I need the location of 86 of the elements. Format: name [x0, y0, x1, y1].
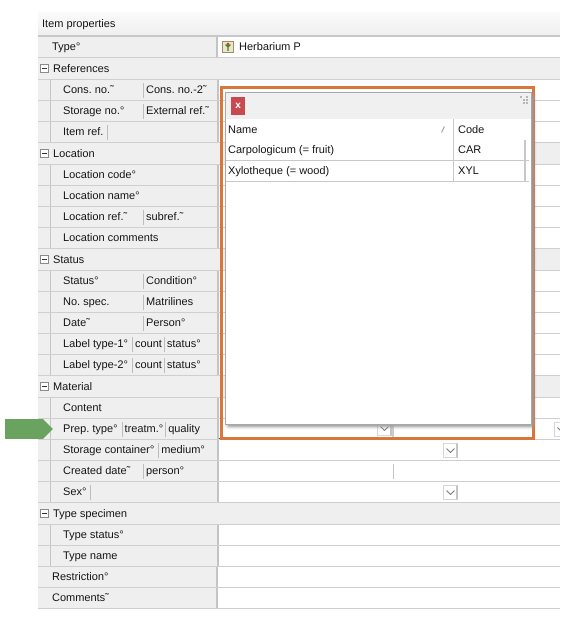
field-label: Sex°	[62, 484, 88, 500]
group-label: Material	[53, 380, 92, 392]
label-cell[interactable]: Storage container° medium°	[51, 440, 219, 460]
field-label: medium°	[158, 442, 207, 458]
field-label: quality	[165, 422, 202, 436]
resize-grip-icon[interactable]	[520, 96, 528, 104]
collapse-icon[interactable]	[40, 509, 49, 518]
field-label: Cons. no.˜	[62, 82, 115, 98]
collapse-icon[interactable]	[40, 382, 49, 391]
field-label: Prep. type°	[62, 422, 119, 436]
field-label: Storage container°	[62, 442, 156, 458]
list-row[interactable]: Carpologicum (= fruit) CAR	[226, 140, 529, 161]
label-cell[interactable]: Location ref.˜ subref.˜	[51, 207, 219, 227]
group-label: Status	[53, 254, 84, 266]
label-cell[interactable]: Status° Condition°	[51, 271, 219, 291]
chevron-down-icon	[446, 490, 454, 494]
type-value: Herbarium P	[239, 41, 301, 53]
field-label: status°	[164, 336, 203, 352]
label-cell[interactable]: Type status°	[51, 525, 219, 545]
close-button[interactable]: x	[231, 97, 245, 115]
field-label: Type°	[51, 40, 82, 54]
label-cell[interactable]: Prep. type° treatm.° quality	[51, 419, 219, 439]
field-label: External ref.˜	[143, 104, 211, 118]
field-label: Matrilines	[143, 294, 196, 310]
field-label: treatm.°	[122, 422, 166, 436]
field-label: Type name	[62, 548, 118, 564]
table-cell: Carpologicum (= fruit)	[226, 140, 454, 160]
field-label: Status°	[62, 274, 100, 288]
group-label: Location	[53, 148, 95, 160]
field-label: count	[132, 358, 164, 372]
collapse-icon[interactable]	[40, 64, 49, 73]
field-label: Location code°	[62, 168, 137, 182]
field-label: Location name°	[62, 188, 141, 204]
chevron-down-icon	[446, 448, 454, 452]
label-cell[interactable]: No. spec. Matrilines	[51, 292, 219, 312]
label-cell[interactable]: Cons. no.˜ Cons. no.-2˜	[51, 80, 219, 100]
field-label: Person°	[143, 316, 188, 330]
label-cell[interactable]: Date˜ Person°	[51, 313, 219, 333]
label-cell[interactable]: Content	[51, 398, 219, 418]
field-label: Date˜	[62, 316, 91, 330]
dropdown-button[interactable]	[443, 484, 458, 500]
group-label: References	[53, 62, 110, 74]
group-row[interactable]: Type specimen	[38, 503, 560, 525]
field-label: count	[132, 336, 164, 352]
field-label: Cons. no.-2˜	[143, 82, 209, 98]
field-label: Comments˜	[51, 590, 110, 606]
label-cell[interactable]: Label type-1° count status°	[51, 334, 219, 354]
field-label: Created date˜	[62, 464, 132, 478]
table-cell: CAR	[454, 140, 526, 160]
field-label: Storage no.°	[62, 104, 126, 118]
sort-handle-icon[interactable]	[441, 126, 445, 133]
label-cell[interactable]: Sex°	[51, 482, 219, 502]
collapse-icon[interactable]	[40, 149, 49, 158]
label-cell[interactable]: Location name°	[51, 186, 219, 206]
label-cell[interactable]: Location comments	[51, 228, 219, 248]
label-cell[interactable]: Storage no.° External ref.˜	[51, 101, 219, 121]
label-cell[interactable]: Location code°	[51, 165, 219, 185]
collapse-icon[interactable]	[40, 255, 49, 264]
column-header[interactable]: Code	[454, 119, 526, 140]
list-row[interactable]: Xylotheque (= wood) XYL	[226, 161, 529, 182]
table-cell: Xylotheque (= wood)	[226, 161, 454, 181]
field-label: No. spec.	[62, 294, 110, 310]
panel-title: Item properties	[38, 12, 560, 37]
dropdown-button[interactable]	[443, 442, 458, 458]
table-cell: XYL	[454, 161, 526, 181]
field-label: Location ref.˜	[62, 210, 128, 224]
field-label: Type status°	[62, 528, 125, 542]
field-label: person°	[143, 464, 186, 478]
field-label: Label type-2°	[62, 358, 129, 372]
group-row[interactable]: References	[38, 58, 560, 80]
field-label: Label type-1°	[62, 336, 129, 352]
group-label: Type specimen	[53, 508, 127, 520]
field-label: Content	[62, 400, 103, 416]
label-cell[interactable]: Label type-2° count status°	[51, 355, 219, 375]
field-label: Restriction°	[51, 570, 110, 584]
field-label: Item ref.	[62, 124, 104, 140]
field-label: Condition°	[143, 274, 199, 288]
field-label: status°	[164, 358, 203, 372]
label-cell[interactable]: Created date˜ person°	[51, 461, 219, 481]
field-label: subref.˜	[143, 210, 186, 224]
column-header[interactable]: Name	[226, 119, 454, 140]
label-cell[interactable]: Item ref.	[51, 122, 219, 142]
field-label: Location comments	[62, 230, 160, 246]
label-cell[interactable]: Type name	[51, 546, 219, 566]
chevron-down-icon	[380, 426, 388, 431]
plant-icon	[222, 41, 234, 53]
